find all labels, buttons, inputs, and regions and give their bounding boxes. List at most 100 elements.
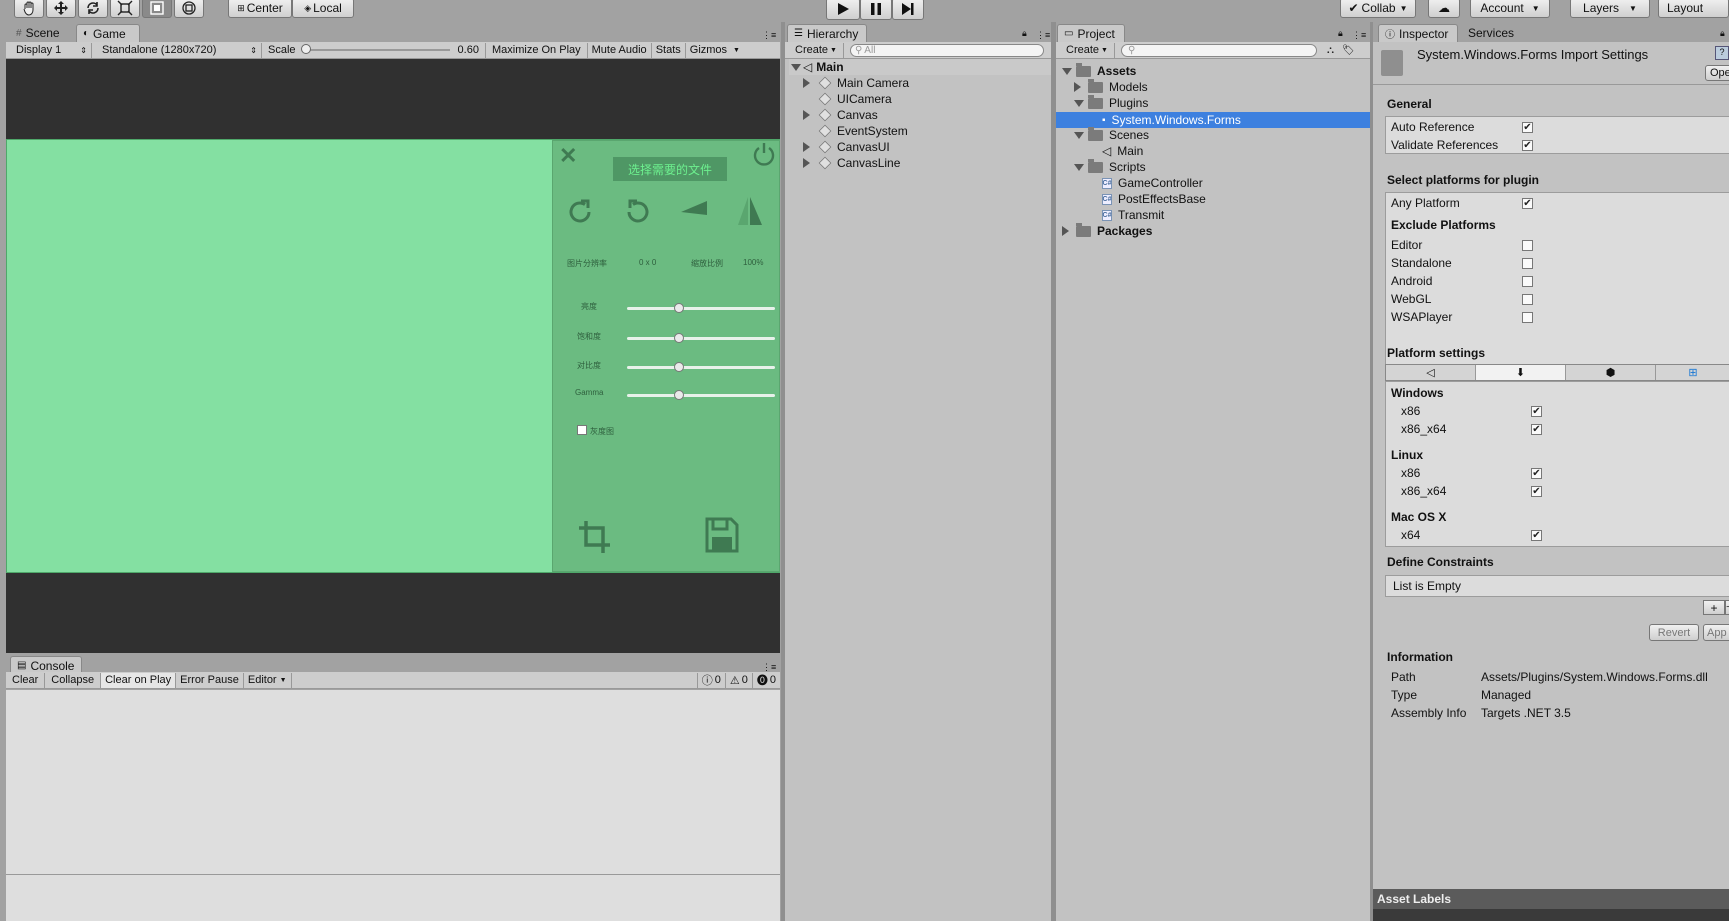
gizmos-dropdown[interactable]: Gizmos ▼ (686, 43, 744, 58)
folder-assets[interactable]: Assets (1060, 62, 1136, 78)
tab-services[interactable]: Services (1462, 24, 1520, 42)
panel-menu-icon[interactable]: ⋮≡ (762, 30, 776, 41)
selected-asset-system-windows-forms[interactable]: ▪ System.Windows.Forms (1056, 112, 1370, 128)
scene-root-main[interactable]: ◁ Main (789, 59, 1051, 75)
hand-tool-button[interactable] (14, 0, 44, 18)
gamma-slider-knob[interactable] (673, 390, 684, 400)
exclude-wsaplayer-checkbox[interactable] (1522, 312, 1533, 323)
layers-dropdown[interactable]: Layers ▼ (1570, 0, 1650, 18)
console-detail-area[interactable] (6, 875, 780, 921)
console-log-area[interactable] (6, 690, 780, 875)
cloud-button[interactable]: ☁ (1428, 0, 1460, 18)
contrast-slider-knob[interactable] (673, 362, 684, 372)
linux-x86-checkbox[interactable]: ✔ (1531, 468, 1542, 479)
play-button[interactable] (826, 0, 860, 20)
folder-plugins[interactable]: Plugins (1074, 94, 1148, 110)
image-viewport[interactable] (7, 140, 552, 572)
tab-hierarchy[interactable]: ☰ Hierarchy (787, 24, 867, 42)
rotate-tool-button[interactable] (78, 0, 108, 18)
auto-reference-checkbox[interactable]: ✔ (1522, 122, 1533, 133)
contrast-slider[interactable] (627, 362, 775, 372)
linux-x86-64-checkbox[interactable]: ✔ (1531, 486, 1542, 497)
rotate-clockwise-icon[interactable] (565, 197, 595, 230)
gamma-slider[interactable] (627, 390, 775, 400)
filter-by-type-icon[interactable]: ⛬ (1327, 45, 1334, 56)
filter-by-label-icon[interactable]: 🏷︎ (1342, 45, 1355, 56)
expand-arrow-icon[interactable] (1074, 82, 1081, 92)
expand-arrow-icon[interactable] (1074, 164, 1084, 171)
layout-dropdown[interactable]: Layout (1658, 0, 1729, 18)
folder-packages[interactable]: Packages (1060, 222, 1152, 238)
expand-arrow-icon[interactable] (1074, 132, 1084, 139)
flip-vertical-icon[interactable] (735, 195, 765, 230)
project-search-field[interactable]: ⚲ (1120, 43, 1317, 57)
rotate-counterclockwise-icon[interactable] (623, 197, 653, 230)
platform-tab-standalone[interactable]: ⬇ (1476, 365, 1566, 380)
script-asset[interactable]: C# Transmit (1102, 208, 1164, 222)
console-error-pause-toggle[interactable]: Error Pause (176, 672, 244, 688)
exclude-standalone-checkbox[interactable] (1522, 258, 1533, 269)
hierarchy-create-dropdown[interactable]: Create ▼ (789, 42, 844, 58)
hierarchy-item[interactable]: CanvasUI (803, 140, 890, 154)
tab-scene[interactable]: # Scene (10, 24, 66, 42)
panel-menu-icon[interactable]: ⋮≡ (1036, 30, 1050, 41)
save-icon[interactable] (705, 517, 739, 556)
rect-tool-button[interactable] (142, 0, 172, 18)
lock-icon[interactable]: 🔒︎ (1720, 28, 1725, 39)
expand-arrow-icon[interactable] (803, 142, 810, 152)
exclude-webgl-checkbox[interactable] (1522, 294, 1533, 305)
scale-slider[interactable] (300, 44, 450, 54)
hierarchy-item[interactable]: CanvasLine (803, 156, 900, 170)
console-warning-toggle[interactable]: ⚠ 0 (726, 672, 753, 688)
game-canvas[interactable]: ✕ 选择需要的文件 图片分辨率 0 x 0 缩放比例 100% 亮度 饱和度 对… (6, 139, 780, 573)
pivot-local-button[interactable]: ◈ Local (292, 0, 354, 18)
account-dropdown[interactable]: Account ▼ (1470, 0, 1550, 18)
panel-menu-icon[interactable]: ⋮≡ (1352, 30, 1366, 41)
console-collapse-toggle[interactable]: Collapse (45, 672, 102, 688)
expand-arrow-icon[interactable] (803, 110, 810, 120)
pause-button[interactable] (860, 0, 892, 20)
folder-scenes[interactable]: Scenes (1074, 126, 1149, 142)
windows-x86-64-checkbox[interactable]: ✔ (1531, 424, 1542, 435)
windows-x86-checkbox[interactable]: ✔ (1531, 406, 1542, 417)
brightness-slider-knob[interactable] (673, 303, 684, 313)
brightness-slider[interactable] (627, 303, 775, 313)
remove-constraint-button[interactable]: − (1725, 600, 1729, 615)
hierarchy-item[interactable]: Main Camera (803, 76, 909, 90)
expand-arrow-icon[interactable] (1062, 68, 1072, 75)
platform-tab-windows-store[interactable]: ⊞ (1656, 365, 1729, 380)
grayscale-checkbox[interactable] (577, 425, 587, 435)
hierarchy-item[interactable]: UICamera (803, 92, 892, 106)
open-button[interactable]: Ope (1705, 65, 1729, 81)
tab-inspector[interactable]: ⓘ Inspector (1378, 24, 1458, 42)
scale-slider-knob[interactable] (300, 44, 311, 54)
saturation-slider-knob[interactable] (673, 333, 684, 343)
step-button[interactable] (892, 0, 924, 20)
script-asset[interactable]: C# PostEffectsBase (1102, 192, 1206, 206)
lock-icon[interactable]: 🔒︎ (1022, 28, 1027, 39)
crop-icon[interactable] (577, 519, 613, 558)
help-icon[interactable]: ? (1715, 46, 1729, 60)
lock-icon[interactable]: 🔒︎ (1338, 28, 1343, 39)
power-icon[interactable] (751, 141, 777, 170)
maximize-on-play-toggle[interactable]: Maximize On Play (486, 42, 588, 58)
project-create-dropdown[interactable]: Create ▼ (1060, 42, 1115, 58)
exclude-editor-checkbox[interactable] (1522, 240, 1533, 251)
hierarchy-item[interactable]: EventSystem (803, 124, 908, 138)
close-icon[interactable]: ✕ (559, 143, 577, 169)
expand-arrow-icon[interactable] (803, 78, 810, 88)
tab-game[interactable]: ◐ Game (76, 24, 140, 42)
console-clear-button[interactable]: Clear (6, 672, 46, 688)
platform-tab-editor[interactable]: ◁ (1386, 365, 1476, 380)
asset-labels-bar[interactable]: Asset Labels (1373, 889, 1729, 909)
expand-arrow-icon[interactable] (803, 158, 810, 168)
folder-models[interactable]: Models (1074, 78, 1148, 94)
folder-scripts[interactable]: Scripts (1074, 158, 1146, 174)
any-platform-checkbox[interactable]: ✔ (1522, 198, 1533, 209)
exclude-android-checkbox[interactable] (1522, 276, 1533, 287)
saturation-slider[interactable] (627, 333, 775, 343)
scale-tool-button[interactable] (110, 0, 140, 18)
flip-horizontal-icon[interactable] (679, 197, 709, 230)
select-file-button[interactable]: 选择需要的文件 (613, 157, 727, 181)
hierarchy-search-field[interactable]: ⚲ All (849, 43, 1044, 57)
